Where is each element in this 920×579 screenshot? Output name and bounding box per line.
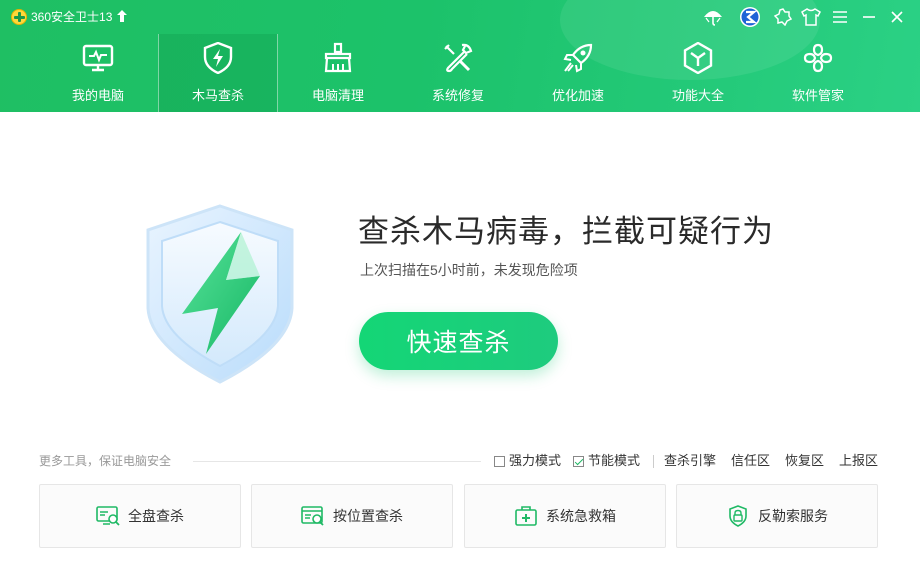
nav-label: 功能大全 <box>671 88 724 103</box>
full-scan-icon <box>96 506 120 526</box>
scan-engine-link[interactable]: 查杀引擎 <box>664 453 716 469</box>
first-aid-icon <box>515 506 537 526</box>
report-zone-link[interactable]: 上报区 <box>839 453 878 469</box>
hexagon-icon <box>683 42 713 74</box>
card-label: 反勒索服务 <box>758 508 828 524</box>
header-bar: 360安全卫士13 我的电脑 木马查杀 电脑清理 系统修复 优化加速 功能大全 … <box>0 0 920 112</box>
anti-ransom-icon <box>729 505 747 527</box>
shield-bolt-icon <box>203 42 233 74</box>
nav-item-all-features[interactable]: 功能大全 <box>638 34 758 112</box>
wrench-icon <box>444 43 473 73</box>
umbrella-icon[interactable] <box>702 6 724 28</box>
first-aid-card[interactable]: 系统急救箱 <box>464 484 666 548</box>
apps-icon <box>803 43 833 73</box>
nav-label: 软件管家 <box>791 88 844 103</box>
nav-label: 木马查杀 <box>191 88 244 103</box>
trust-zone-link[interactable]: 信任区 <box>731 453 770 469</box>
app-title: 360安全卫士13 <box>31 10 113 24</box>
monitor-icon <box>82 44 114 72</box>
option-label: 节能模式 <box>588 453 641 468</box>
strong-mode-option[interactable]: 强力模式 <box>494 453 561 469</box>
card-label: 按位置查杀 <box>333 508 403 524</box>
nav-item-software-manager[interactable]: 软件管家 <box>758 34 878 112</box>
anti-ransomware-card[interactable]: 反勒索服务 <box>676 484 878 548</box>
tools-section-label: 更多工具，保证电脑安全 <box>39 454 172 468</box>
nav-item-system-repair[interactable]: 系统修复 <box>398 34 518 112</box>
power-saving-mode-option[interactable]: 节能模式 <box>573 453 640 469</box>
headline: 查杀木马病毒，拦截可疑行为 <box>358 214 774 249</box>
browser-icon[interactable] <box>739 6 761 28</box>
nav-item-trojan-scan[interactable]: 木马查杀 <box>158 34 278 112</box>
last-scan-status: 上次扫描在5小时前，未发现危险项 <box>360 262 578 278</box>
full-scan-card[interactable]: 全盘查杀 <box>39 484 241 548</box>
quick-scan-button[interactable]: 快速查杀 <box>359 312 558 370</box>
nav-item-my-computer[interactable]: 我的电脑 <box>38 34 158 112</box>
location-scan-card[interactable]: 按位置查杀 <box>251 484 453 548</box>
option-label: 强力模式 <box>509 453 562 468</box>
nav-label: 系统修复 <box>431 88 484 103</box>
broom-icon <box>324 42 352 73</box>
shirt-icon[interactable] <box>800 6 822 28</box>
rocket-icon <box>563 43 593 73</box>
card-label: 全盘查杀 <box>128 508 184 524</box>
skin-icon[interactable] <box>772 6 794 28</box>
power-saving-mode-checkbox[interactable] <box>573 455 584 467</box>
upgrade-arrow-icon[interactable] <box>117 10 127 22</box>
card-label: 系统急救箱 <box>546 508 616 524</box>
app-logo-icon <box>11 9 27 25</box>
close-icon[interactable] <box>886 6 908 28</box>
nav-item-cleanup[interactable]: 电脑清理 <box>278 34 398 112</box>
title-bar: 360安全卫士13 <box>0 0 920 32</box>
divider <box>653 455 654 468</box>
nav-label: 电脑清理 <box>311 88 364 103</box>
divider <box>193 461 481 462</box>
strong-mode-checkbox[interactable] <box>494 455 505 467</box>
nav-label: 优化加速 <box>551 88 604 103</box>
menu-icon[interactable] <box>829 6 851 28</box>
main-nav: 我的电脑 木马查杀 电脑清理 系统修复 优化加速 功能大全 软件管家 <box>38 34 878 112</box>
location-scan-icon <box>301 506 324 526</box>
nav-label: 我的电脑 <box>71 88 124 103</box>
minimize-icon[interactable] <box>858 6 880 28</box>
nav-item-optimize[interactable]: 优化加速 <box>518 34 638 112</box>
recovery-zone-link[interactable]: 恢复区 <box>785 453 824 469</box>
shield-illustration-icon <box>146 204 294 384</box>
